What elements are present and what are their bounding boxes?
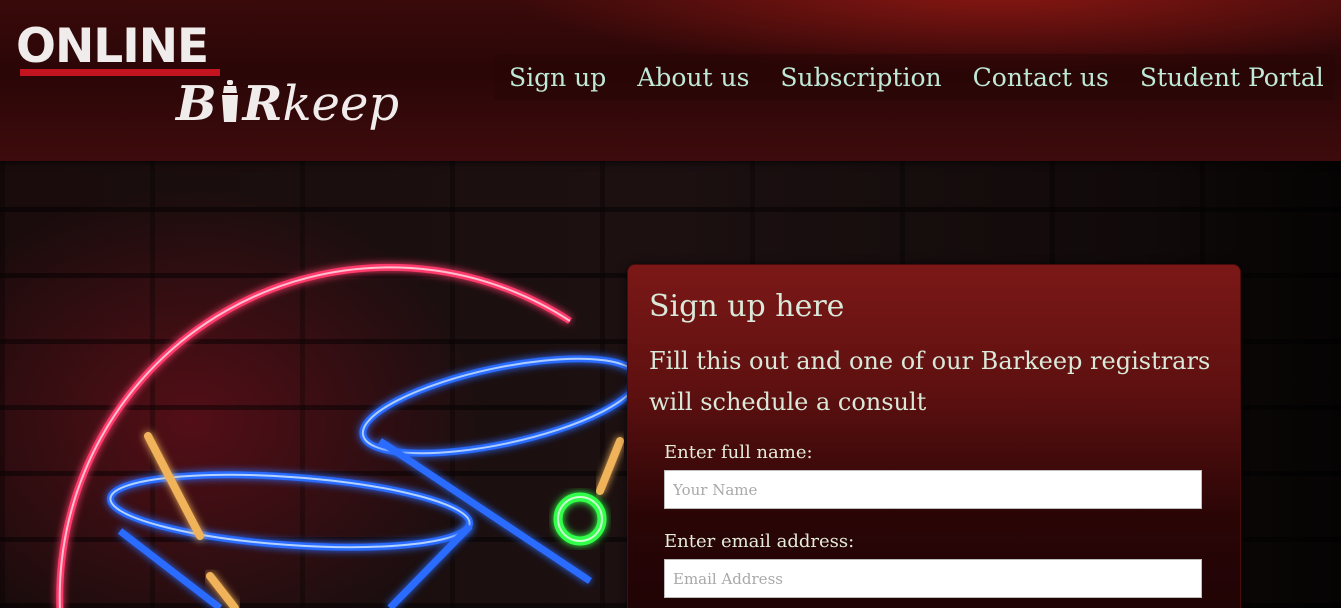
nav-subscription[interactable]: Subscription [780,63,941,92]
signup-title: Sign up here [649,289,845,324]
online-barkeep-logo[interactable]: ONLINE B Rkeep [16,19,399,137]
main-nav: Sign up About us Subscription Contact us… [494,54,1335,100]
cocktail-shaker-icon [221,80,238,122]
logo-text-online: ONLINE [16,19,209,74]
email-label: Enter email address: [664,531,855,552]
signup-subtitle: Fill this out and one of our Barkeep reg… [649,347,1211,416]
logo-letter-r: R [242,76,283,132]
logo-text-barkeep: B Rkeep [176,78,399,130]
signup-form-card: Sign up here Fill this out and one of ou… [627,264,1241,608]
full-name-input[interactable] [664,470,1202,509]
nav-contact-us[interactable]: Contact us [973,63,1109,92]
nav-about-us[interactable]: About us [637,63,749,92]
email-input[interactable] [664,559,1202,598]
site-header: ONLINE B Rkeep Sign up About us Subscrip… [0,0,1341,161]
logo-letter-b: B [176,76,217,132]
nav-sign-up[interactable]: Sign up [509,63,606,92]
page: ONLINE B Rkeep Sign up About us Subscrip… [0,0,1341,608]
nav-student-portal[interactable]: Student Portal [1140,63,1324,92]
logo-underline [20,69,220,76]
full-name-label: Enter full name: [664,442,813,463]
logo-text-keep: keep [282,76,400,132]
